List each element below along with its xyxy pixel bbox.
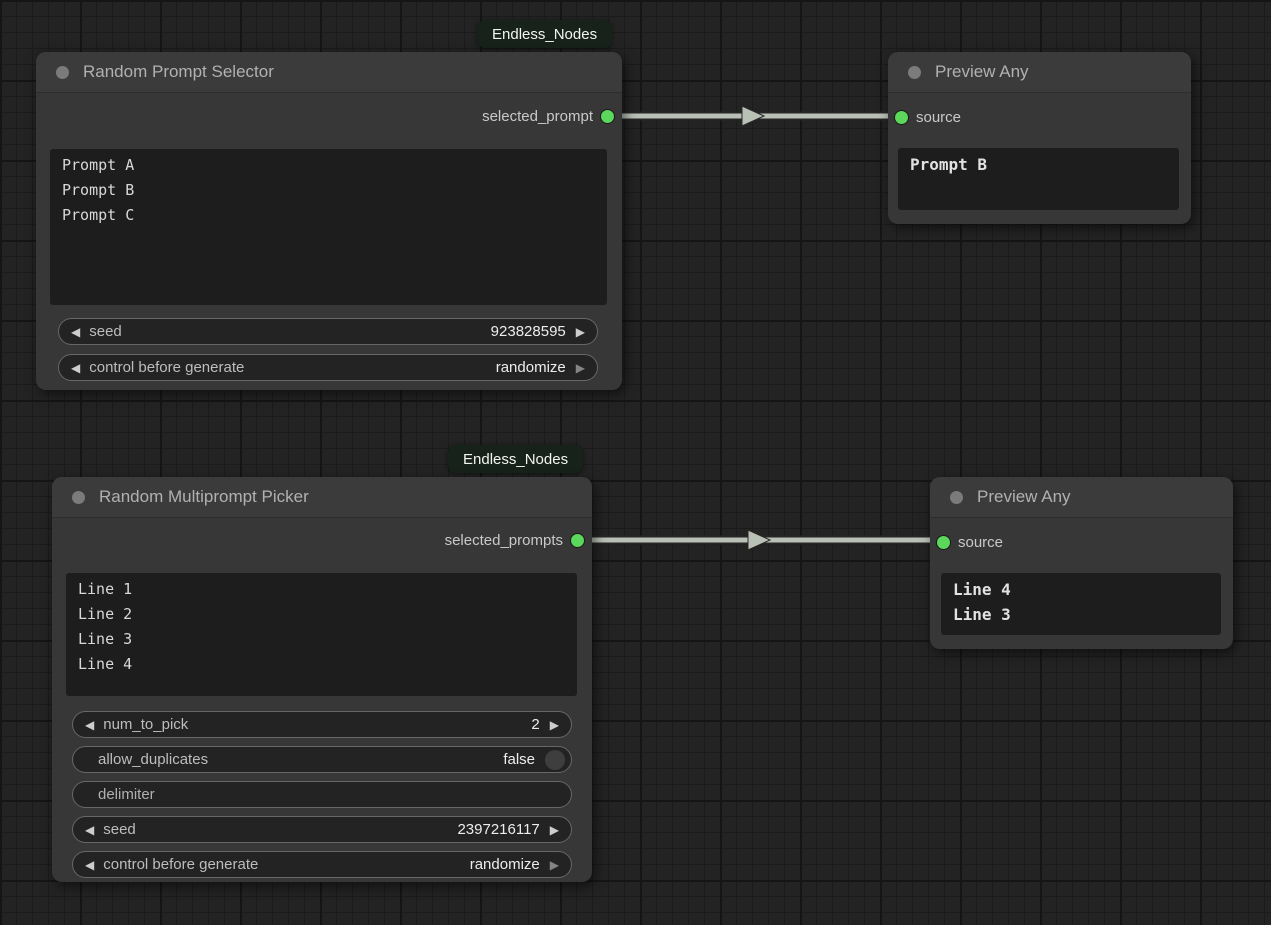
- link-arrow-icon: [748, 530, 770, 550]
- input-port-icon[interactable]: [895, 111, 908, 124]
- decrement-arrow-icon[interactable]: ◀: [85, 824, 94, 836]
- input-port-row: source: [895, 107, 961, 127]
- widget-value[interactable]: 923828595: [491, 323, 566, 340]
- allow-duplicates-widget[interactable]: allow_duplicates false: [72, 746, 572, 773]
- output-label: selected_prompts: [445, 532, 563, 549]
- decrement-arrow-icon[interactable]: ◀: [71, 326, 80, 338]
- node-category-badge: Endless_Nodes: [477, 20, 612, 48]
- collapse-dot-icon[interactable]: [72, 491, 85, 504]
- seed-widget[interactable]: ◀ seed 923828595 ▶: [58, 318, 598, 345]
- node-title-bar[interactable]: Random Prompt Selector: [36, 52, 622, 93]
- output-port-row: selected_prompts: [445, 530, 584, 550]
- node-title-bar[interactable]: Random Multiprompt Picker: [52, 477, 592, 518]
- toggle-knob-icon[interactable]: [545, 750, 565, 770]
- widget-label: control before generate: [89, 359, 244, 376]
- node-title: Random Prompt Selector: [83, 62, 274, 82]
- node-title-bar[interactable]: Preview Any: [930, 477, 1233, 518]
- widget-label: delimiter: [98, 786, 155, 803]
- collapse-dot-icon[interactable]: [950, 491, 963, 504]
- node-category-badge: Endless_Nodes: [448, 445, 583, 473]
- prompts-textarea[interactable]: Line 1 Line 2 Line 3 Line 4: [66, 573, 577, 696]
- delimiter-input[interactable]: delimiter: [72, 781, 572, 808]
- output-port-row: selected_prompt: [482, 106, 614, 126]
- collapse-dot-icon[interactable]: [56, 66, 69, 79]
- decrement-arrow-icon[interactable]: ◀: [85, 719, 94, 731]
- node-title: Preview Any: [977, 487, 1071, 507]
- decrement-arrow-icon[interactable]: ◀: [85, 859, 94, 871]
- increment-arrow-icon[interactable]: ▶: [576, 362, 585, 374]
- control-before-generate-widget[interactable]: ◀ control before generate randomize ▶: [58, 354, 598, 381]
- input-port-row: source: [937, 532, 1003, 552]
- badge-label: Endless_Nodes: [492, 26, 597, 43]
- node-graph-canvas[interactable]: Endless_Nodes Endless_Nodes Random Promp…: [0, 0, 1271, 925]
- output-label: selected_prompt: [482, 108, 593, 125]
- widget-value[interactable]: randomize: [496, 359, 566, 376]
- decrement-arrow-icon[interactable]: ◀: [71, 362, 80, 374]
- seed-widget[interactable]: ◀ seed 2397216117 ▶: [72, 816, 572, 843]
- widget-label: seed: [89, 323, 122, 340]
- collapse-dot-icon[interactable]: [908, 66, 921, 79]
- num-to-pick-widget[interactable]: ◀ num_to_pick 2 ▶: [72, 711, 572, 738]
- node-title-bar[interactable]: Preview Any: [888, 52, 1191, 93]
- increment-arrow-icon[interactable]: ▶: [550, 719, 559, 731]
- input-label: source: [958, 534, 1003, 551]
- node-preview-any-bottom[interactable]: Preview Any source Line 4 Line 3: [930, 477, 1233, 649]
- increment-arrow-icon[interactable]: ▶: [550, 824, 559, 836]
- increment-arrow-icon[interactable]: ▶: [576, 326, 585, 338]
- output-port-icon[interactable]: [601, 110, 614, 123]
- widget-value[interactable]: 2397216117: [457, 821, 539, 838]
- widget-label: allow_duplicates: [98, 751, 208, 768]
- preview-output-text: Prompt B: [898, 148, 1179, 210]
- node-preview-any-top[interactable]: Preview Any source Prompt B: [888, 52, 1191, 224]
- widget-value[interactable]: 2: [531, 716, 539, 733]
- link-arrow-icon: [742, 106, 764, 126]
- widget-value[interactable]: false: [503, 751, 535, 768]
- node-random-multiprompt-picker[interactable]: Random Multiprompt Picker selected_promp…: [52, 477, 592, 882]
- node-random-prompt-selector[interactable]: Random Prompt Selector selected_prompt P…: [36, 52, 622, 390]
- node-title: Preview Any: [935, 62, 1029, 82]
- widget-label: control before generate: [103, 856, 258, 873]
- badge-label: Endless_Nodes: [463, 451, 568, 468]
- increment-arrow-icon[interactable]: ▶: [550, 859, 559, 871]
- widget-label: num_to_pick: [103, 716, 188, 733]
- widget-label: seed: [103, 821, 136, 838]
- node-title: Random Multiprompt Picker: [99, 487, 309, 507]
- control-before-generate-widget[interactable]: ◀ control before generate randomize ▶: [72, 851, 572, 878]
- widget-value[interactable]: randomize: [470, 856, 540, 873]
- input-label: source: [916, 109, 961, 126]
- prompts-textarea[interactable]: Prompt A Prompt B Prompt C: [50, 149, 607, 305]
- output-port-icon[interactable]: [571, 534, 584, 547]
- preview-output-text: Line 4 Line 3: [941, 573, 1221, 635]
- input-port-icon[interactable]: [937, 536, 950, 549]
